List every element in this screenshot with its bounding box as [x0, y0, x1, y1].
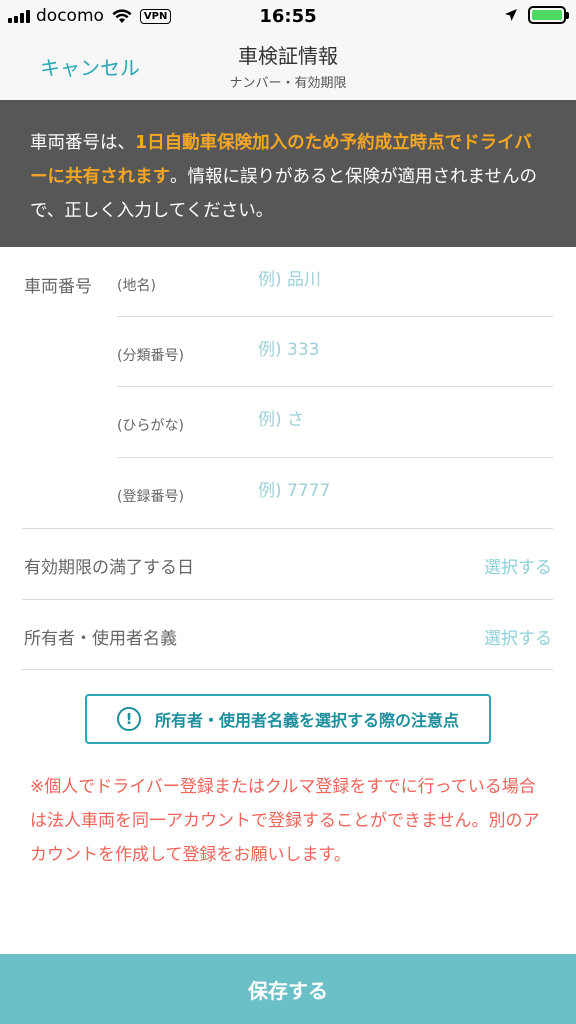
page-title: 車検証情報 [238, 44, 338, 68]
page-subtitle: ナンバー・有効期限 [229, 76, 347, 91]
divider [117, 386, 553, 387]
owner-caution-button[interactable]: ! 所有者・使用者名義を選択する際の注意点 [85, 694, 491, 744]
save-button[interactable]: 保存する [0, 954, 576, 1024]
hiragana-input[interactable] [258, 410, 538, 430]
notice-text: 車両番号は、 [30, 133, 135, 153]
region-label: (地名) [117, 278, 156, 294]
divider [22, 528, 553, 529]
insurance-notice: 車両番号は、1日自動車保険加入のため予約成立時点でドライバーに共有されます。情報… [0, 100, 576, 247]
divider [117, 457, 553, 458]
clock: 16:55 [259, 6, 317, 27]
location-arrow-icon [505, 9, 517, 21]
expiry-date-label: 有効期限の満了する日 [24, 558, 194, 578]
caution-label: 所有者・使用者名義を選択する際の注意点 [154, 711, 459, 730]
owner-select-button[interactable]: 選択する [484, 624, 552, 649]
class-number-input[interactable] [258, 340, 538, 360]
navigation-bar: キャンセル 車検証情報 ナンバー・有効期限 [0, 34, 576, 100]
status-bar: docomo VPN 16:55 [0, 0, 576, 34]
divider [22, 669, 553, 670]
registration-number-label: (登録番号) [117, 489, 184, 505]
plate-number-label: 車両番号 [24, 277, 92, 297]
expiry-select-button[interactable]: 選択する [484, 553, 552, 578]
class-number-label: (分類番号) [117, 348, 184, 364]
divider [22, 599, 553, 600]
battery-icon [528, 6, 569, 24]
region-input[interactable] [258, 270, 538, 290]
owner-name-label: 所有者・使用者名義 [24, 629, 177, 649]
hiragana-label: (ひらがな) [117, 418, 184, 434]
corporate-vehicle-warning: ※個人でドライバー登録またはクルマ登録をすでに行っている場合は法人車両を同一アカ… [30, 777, 540, 865]
exclamation-icon: ! [116, 707, 141, 731]
registration-number-input[interactable] [258, 481, 538, 501]
divider [117, 316, 553, 317]
